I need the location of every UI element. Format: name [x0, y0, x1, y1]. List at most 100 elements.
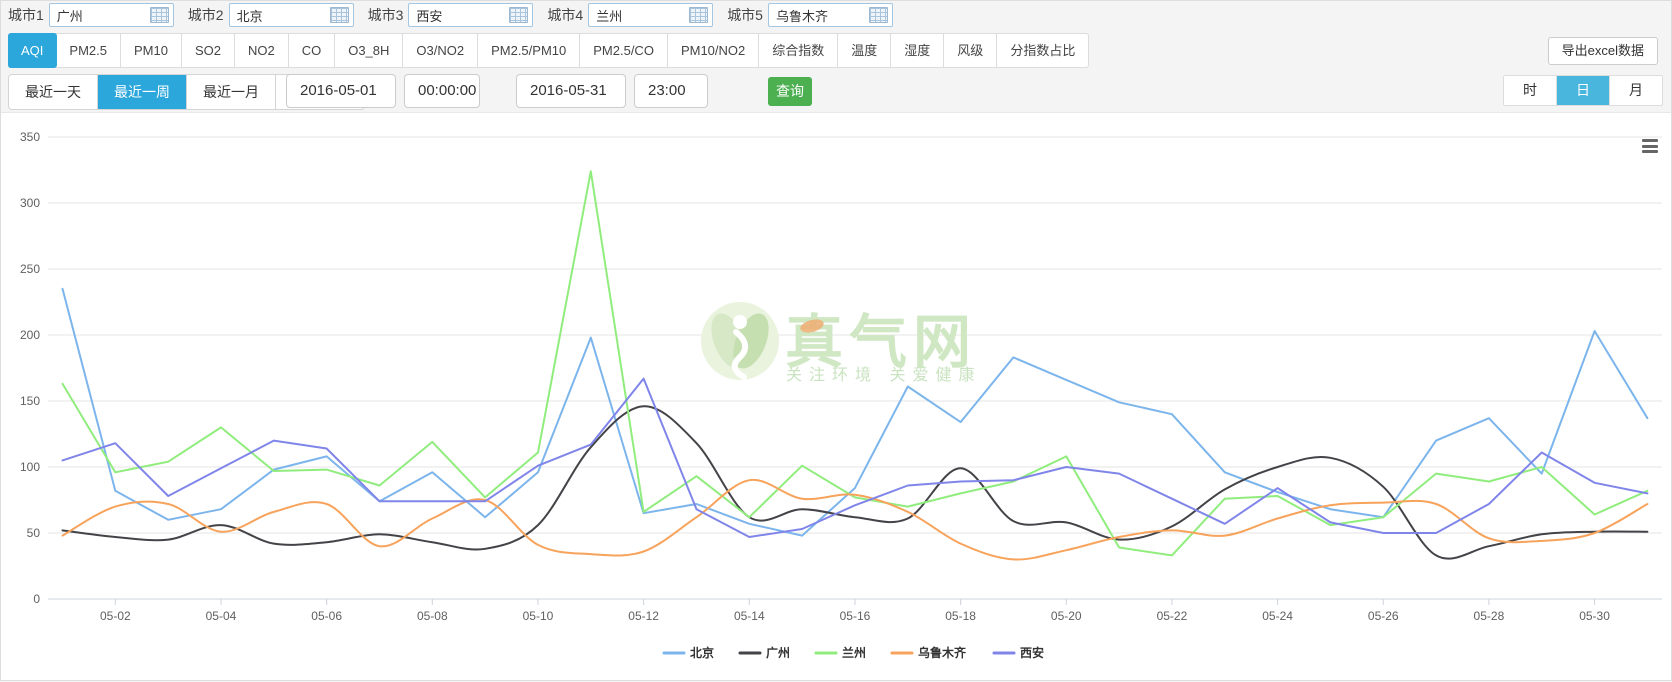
- svg-text:350: 350: [20, 130, 40, 144]
- city-label-2: 城市2: [188, 5, 224, 25]
- chart-panel: 真气网关注环境 关爱健康05-0205-0405-0605-0805-1005-…: [0, 112, 1672, 681]
- series-乌鲁木齐: [63, 480, 1648, 560]
- svg-text:50: 50: [27, 526, 41, 540]
- aqi-line-chart: 真气网关注环境 关爱健康05-0205-0405-0605-0805-1005-…: [0, 113, 1672, 682]
- tab-pm25-pm10[interactable]: PM2.5/PM10: [478, 34, 580, 67]
- city-input-3[interactable]: 西安: [408, 3, 533, 27]
- granularity-day[interactable]: 日: [1557, 76, 1610, 105]
- chart-legend: 北京 广州 兰州 乌鲁木齐 西安: [664, 645, 1044, 660]
- tab-aqi[interactable]: AQI: [8, 33, 57, 68]
- granularity-month[interactable]: 月: [1610, 76, 1662, 105]
- svg-text:100: 100: [20, 460, 40, 474]
- svg-text:05-02: 05-02: [100, 609, 131, 623]
- pollutant-tabbar: AQI PM2.5 PM10 SO2 NO2 CO O3_8H O3/NO2 P…: [8, 33, 1089, 68]
- tab-subindex-ratio[interactable]: 分指数占比: [997, 34, 1088, 67]
- legend-item-广州[interactable]: 广州: [740, 645, 790, 660]
- svg-text:西安: 西安: [1020, 645, 1044, 660]
- city-picker-icon[interactable]: [869, 7, 888, 23]
- end-time-input[interactable]: 23:00: [634, 74, 708, 108]
- svg-text:05-08: 05-08: [417, 609, 448, 623]
- svg-text:05-22: 05-22: [1157, 609, 1188, 623]
- legend-item-北京[interactable]: 北京: [664, 645, 714, 660]
- city-value-5: 乌鲁木齐: [776, 6, 828, 25]
- svg-text:05-24: 05-24: [1262, 609, 1293, 623]
- tab-pm25[interactable]: PM2.5: [56, 34, 121, 67]
- tab-temperature[interactable]: 温度: [838, 34, 891, 67]
- query-button[interactable]: 查询: [768, 77, 812, 106]
- series-西安: [63, 379, 1648, 537]
- y-axis: 0 50 100 150 200 250 300 350: [20, 130, 40, 606]
- city-label-5: 城市5: [727, 5, 763, 25]
- series-广州: [63, 406, 1648, 558]
- tab-o3-8h[interactable]: O3_8H: [335, 34, 403, 67]
- svg-text:05-18: 05-18: [945, 609, 976, 623]
- export-excel-button[interactable]: 导出excel数据: [1548, 37, 1658, 65]
- svg-text:150: 150: [20, 394, 40, 408]
- legend-item-兰州[interactable]: 兰州: [816, 645, 866, 660]
- svg-text:05-14: 05-14: [734, 609, 765, 623]
- svg-text:05-20: 05-20: [1051, 609, 1082, 623]
- svg-text:北京: 北京: [690, 645, 714, 660]
- svg-text:广州: 广州: [766, 645, 790, 660]
- tab-wind-level[interactable]: 风级: [944, 34, 997, 67]
- svg-text:250: 250: [20, 262, 40, 276]
- svg-text:0: 0: [33, 592, 40, 606]
- city-label-3: 城市3: [368, 5, 404, 25]
- svg-text:05-12: 05-12: [628, 609, 659, 623]
- x-axis: 05-02 05-04 05-06 05-08 05-10 05-12 05-14 05-16…: [48, 599, 1662, 623]
- tab-pm25-co[interactable]: PM2.5/CO: [580, 34, 668, 67]
- tab-pm10[interactable]: PM10: [121, 34, 182, 67]
- tab-co[interactable]: CO: [289, 34, 336, 67]
- city-selector-5: 城市5 乌鲁木齐: [727, 3, 893, 27]
- tab-so2[interactable]: SO2: [182, 34, 235, 67]
- svg-text:300: 300: [20, 196, 40, 210]
- city-selector-2: 城市2 北京: [188, 3, 354, 27]
- svg-text:05-30: 05-30: [1579, 609, 1610, 623]
- svg-text:05-04: 05-04: [206, 609, 237, 623]
- svg-text:200: 200: [20, 328, 40, 342]
- city-input-4[interactable]: 兰州: [588, 3, 713, 27]
- granularity-hour[interactable]: 时: [1504, 76, 1557, 105]
- range-last-month[interactable]: 最近一月: [187, 75, 276, 109]
- city-picker-icon[interactable]: [689, 7, 708, 23]
- city-input-5[interactable]: 乌鲁木齐: [768, 3, 893, 27]
- city-picker-icon[interactable]: [330, 7, 349, 23]
- city-value-4: 兰州: [596, 6, 622, 25]
- granularity-group: 时 日 月: [1503, 75, 1663, 106]
- tab-composite-index[interactable]: 综合指数: [759, 34, 838, 67]
- svg-text:05-06: 05-06: [311, 609, 342, 623]
- watermark: 真气网关注环境 关爱健康: [701, 302, 981, 384]
- city-value-2: 北京: [237, 6, 263, 25]
- tab-o3-no2[interactable]: O3/NO2: [403, 34, 478, 67]
- city-selector-1: 城市1 广州: [8, 3, 174, 27]
- city-label-4: 城市4: [547, 5, 583, 25]
- city-input-2[interactable]: 北京: [229, 3, 354, 27]
- tab-humidity[interactable]: 湿度: [891, 34, 944, 67]
- start-date-input[interactable]: 2016-05-01: [286, 74, 396, 108]
- range-last-day[interactable]: 最近一天: [9, 75, 98, 109]
- svg-text:05-26: 05-26: [1368, 609, 1399, 623]
- svg-text:关注环境 关爱健康: 关注环境 关爱健康: [786, 365, 981, 384]
- tab-pm10-no2[interactable]: PM10/NO2: [668, 34, 759, 67]
- city-label-1: 城市1: [8, 5, 44, 25]
- range-last-week[interactable]: 最近一周: [98, 75, 187, 109]
- city-value-1: 广州: [57, 6, 83, 25]
- svg-text:兰州: 兰州: [842, 645, 866, 660]
- chart-menu-icon[interactable]: [1642, 139, 1658, 153]
- city-picker-icon[interactable]: [509, 7, 528, 23]
- svg-text:05-16: 05-16: [840, 609, 871, 623]
- city-value-3: 西安: [416, 6, 442, 25]
- svg-text:乌鲁木齐: 乌鲁木齐: [918, 645, 967, 660]
- tab-no2[interactable]: NO2: [235, 34, 289, 67]
- city-selector-3: 城市3 西安: [368, 3, 534, 27]
- legend-item-西安[interactable]: 西安: [994, 645, 1044, 660]
- svg-text:05-28: 05-28: [1474, 609, 1505, 623]
- city-picker-icon[interactable]: [150, 7, 169, 23]
- svg-text:05-10: 05-10: [523, 609, 554, 623]
- legend-item-乌鲁木齐[interactable]: 乌鲁木齐: [892, 645, 967, 660]
- start-time-input[interactable]: 00:00:00: [404, 74, 480, 108]
- city-selector-4: 城市4 兰州: [547, 3, 713, 27]
- city-input-1[interactable]: 广州: [49, 3, 174, 27]
- end-date-input[interactable]: 2016-05-31: [516, 74, 626, 108]
- city-selector-row: 城市1 广州 城市2 北京 城市3 西安 城市4 兰州 城市5 乌鲁木齐: [0, 0, 1672, 30]
